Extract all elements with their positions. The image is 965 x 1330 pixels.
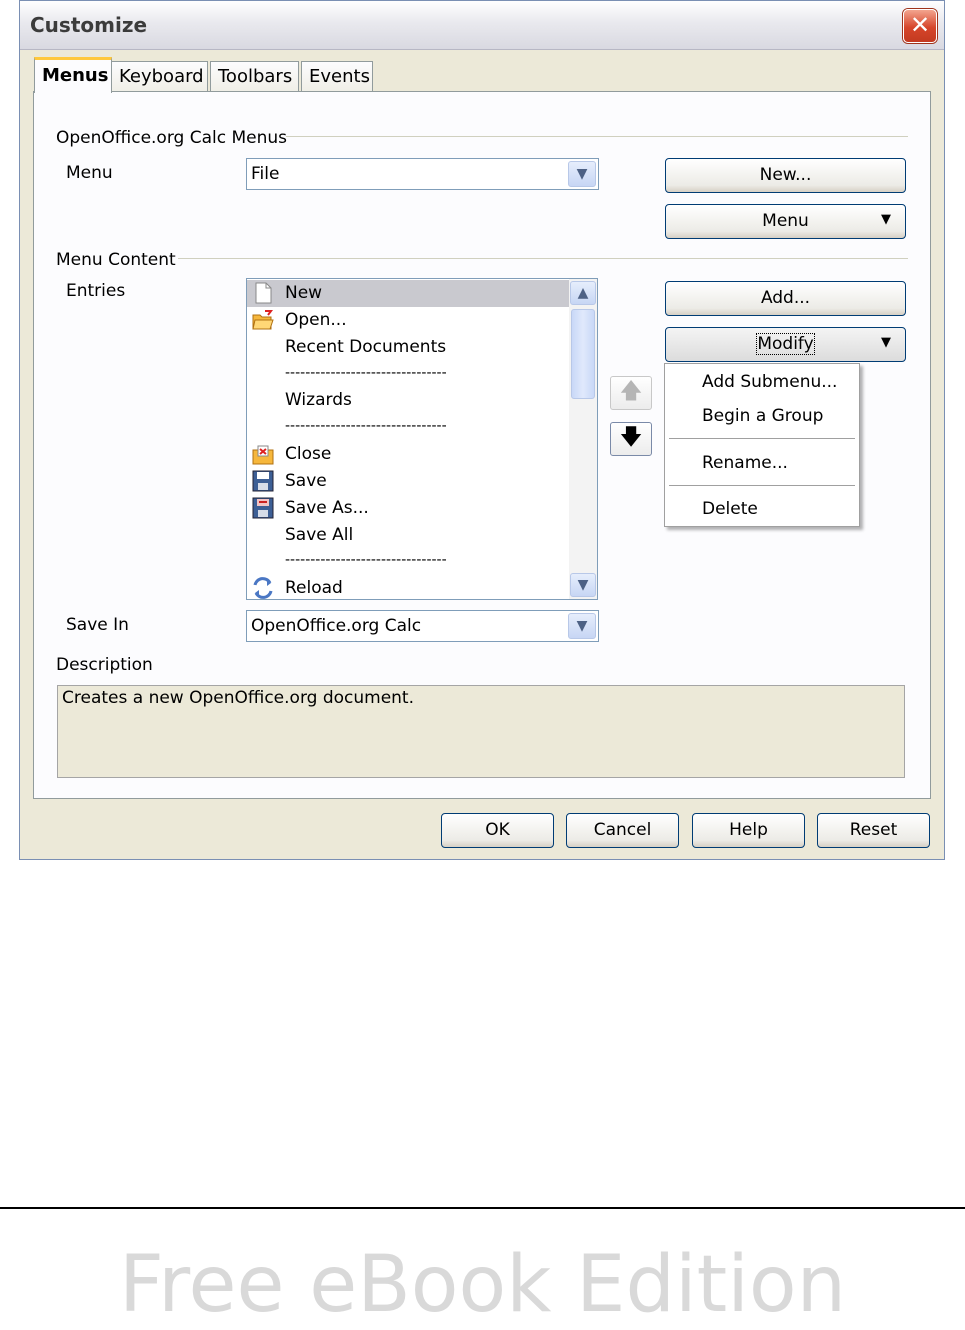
entries-label: Entries — [66, 281, 126, 301]
list-item[interactable]: Save All — [247, 522, 569, 549]
modify-menu-popup: Add Submenu... Begin a Group Rename... D… — [664, 363, 860, 527]
dialog-title: Customize — [30, 13, 148, 37]
page-divider — [0, 1207, 965, 1209]
menu-content-group-header: Menu Content — [56, 250, 176, 270]
menu-separator — [669, 438, 855, 439]
dropdown-arrow-icon: ▼ — [881, 212, 891, 227]
scroll-down-icon[interactable]: ▼ — [570, 573, 596, 597]
list-item[interactable]: Reload — [247, 575, 569, 599]
dropdown-arrow-icon: ▼ — [881, 335, 891, 350]
calc-menus-group-header: OpenOffice.org Calc Menus — [56, 128, 288, 148]
separator-entry: -------------------------------- — [285, 365, 447, 381]
tab-events[interactable]: Events — [301, 61, 373, 91]
help-button[interactable]: Help — [692, 813, 805, 848]
menu-separator — [669, 485, 855, 486]
add-entry-button[interactable]: Add... — [665, 281, 906, 316]
close-icon: ✕ — [909, 11, 931, 39]
list-item[interactable]: Close — [247, 441, 569, 468]
modify-dropdown-button[interactable]: Modify ▼ — [665, 327, 906, 362]
list-item[interactable]: Save — [247, 468, 569, 495]
reset-button[interactable]: Reset — [817, 813, 930, 848]
description-label: Description — [56, 655, 153, 675]
separator-entry: -------------------------------- — [285, 418, 447, 434]
move-up-button[interactable]: 🡅 — [610, 376, 652, 410]
save-in-label: Save In — [66, 615, 129, 635]
cancel-button[interactable]: Cancel — [566, 813, 679, 848]
chevron-down-icon[interactable]: ▼ — [568, 161, 596, 187]
title-bar[interactable]: Customize ✕ — [20, 1, 944, 50]
description-text: Creates a new OpenOffice.org document. — [62, 688, 415, 708]
group-divider — [286, 136, 908, 137]
arrow-down-icon: 🡇 — [619, 425, 643, 450]
list-item[interactable]: New — [247, 280, 569, 307]
menu-select-value: File — [251, 164, 280, 184]
menu-item-begin-group[interactable]: Begin a Group — [702, 406, 823, 426]
list-item[interactable]: Open... — [247, 307, 569, 334]
entries-list[interactable]: New Open... Recent Documents -----------… — [246, 278, 598, 600]
save-in-select[interactable]: OpenOffice.org Calc ▼ — [246, 610, 599, 642]
list-item[interactable]: Recent Documents — [247, 334, 569, 361]
save-as-icon — [252, 497, 274, 519]
tab-toolbars[interactable]: Toolbars — [210, 61, 299, 91]
menu-item-add-submenu[interactable]: Add Submenu... — [702, 372, 837, 392]
open-folder-icon — [252, 310, 274, 330]
menu-item-rename[interactable]: Rename... — [702, 453, 788, 473]
scroll-up-icon[interactable]: ▲ — [570, 281, 596, 305]
menu-select[interactable]: File ▼ — [246, 158, 599, 190]
page-footer-text: Free eBook Edition — [118, 1240, 847, 1330]
group-divider — [178, 258, 908, 259]
separator-entry: -------------------------------- — [285, 552, 447, 568]
close-document-icon — [252, 445, 274, 465]
reload-icon — [253, 577, 273, 599]
entries-scrollbar[interactable]: ▲ ▼ — [569, 279, 597, 599]
chevron-down-icon[interactable]: ▼ — [568, 613, 596, 639]
menu-label: Menu — [66, 163, 113, 183]
tab-keyboard[interactable]: Keyboard — [111, 61, 208, 91]
menu-dropdown-button[interactable]: Menu ▼ — [665, 204, 906, 239]
save-icon — [252, 470, 274, 492]
list-item[interactable]: Save As... — [247, 495, 569, 522]
move-down-button[interactable]: 🡇 — [610, 422, 652, 456]
tab-menus[interactable]: Menus — [34, 57, 112, 93]
save-in-value: OpenOffice.org Calc — [251, 616, 422, 636]
description-box: Creates a new OpenOffice.org document. — [57, 685, 905, 778]
list-item[interactable]: Wizards — [247, 387, 569, 414]
close-button[interactable]: ✕ — [903, 9, 937, 43]
customize-dialog: Customize ✕ Menus Keyboard Toolbars Even… — [19, 0, 945, 860]
new-document-icon — [255, 282, 272, 304]
arrow-up-icon: 🡅 — [619, 379, 643, 404]
menu-item-delete[interactable]: Delete — [702, 499, 758, 519]
scroll-thumb[interactable] — [571, 309, 595, 399]
new-menu-button[interactable]: New... — [665, 158, 906, 193]
ok-button[interactable]: OK — [441, 813, 554, 848]
